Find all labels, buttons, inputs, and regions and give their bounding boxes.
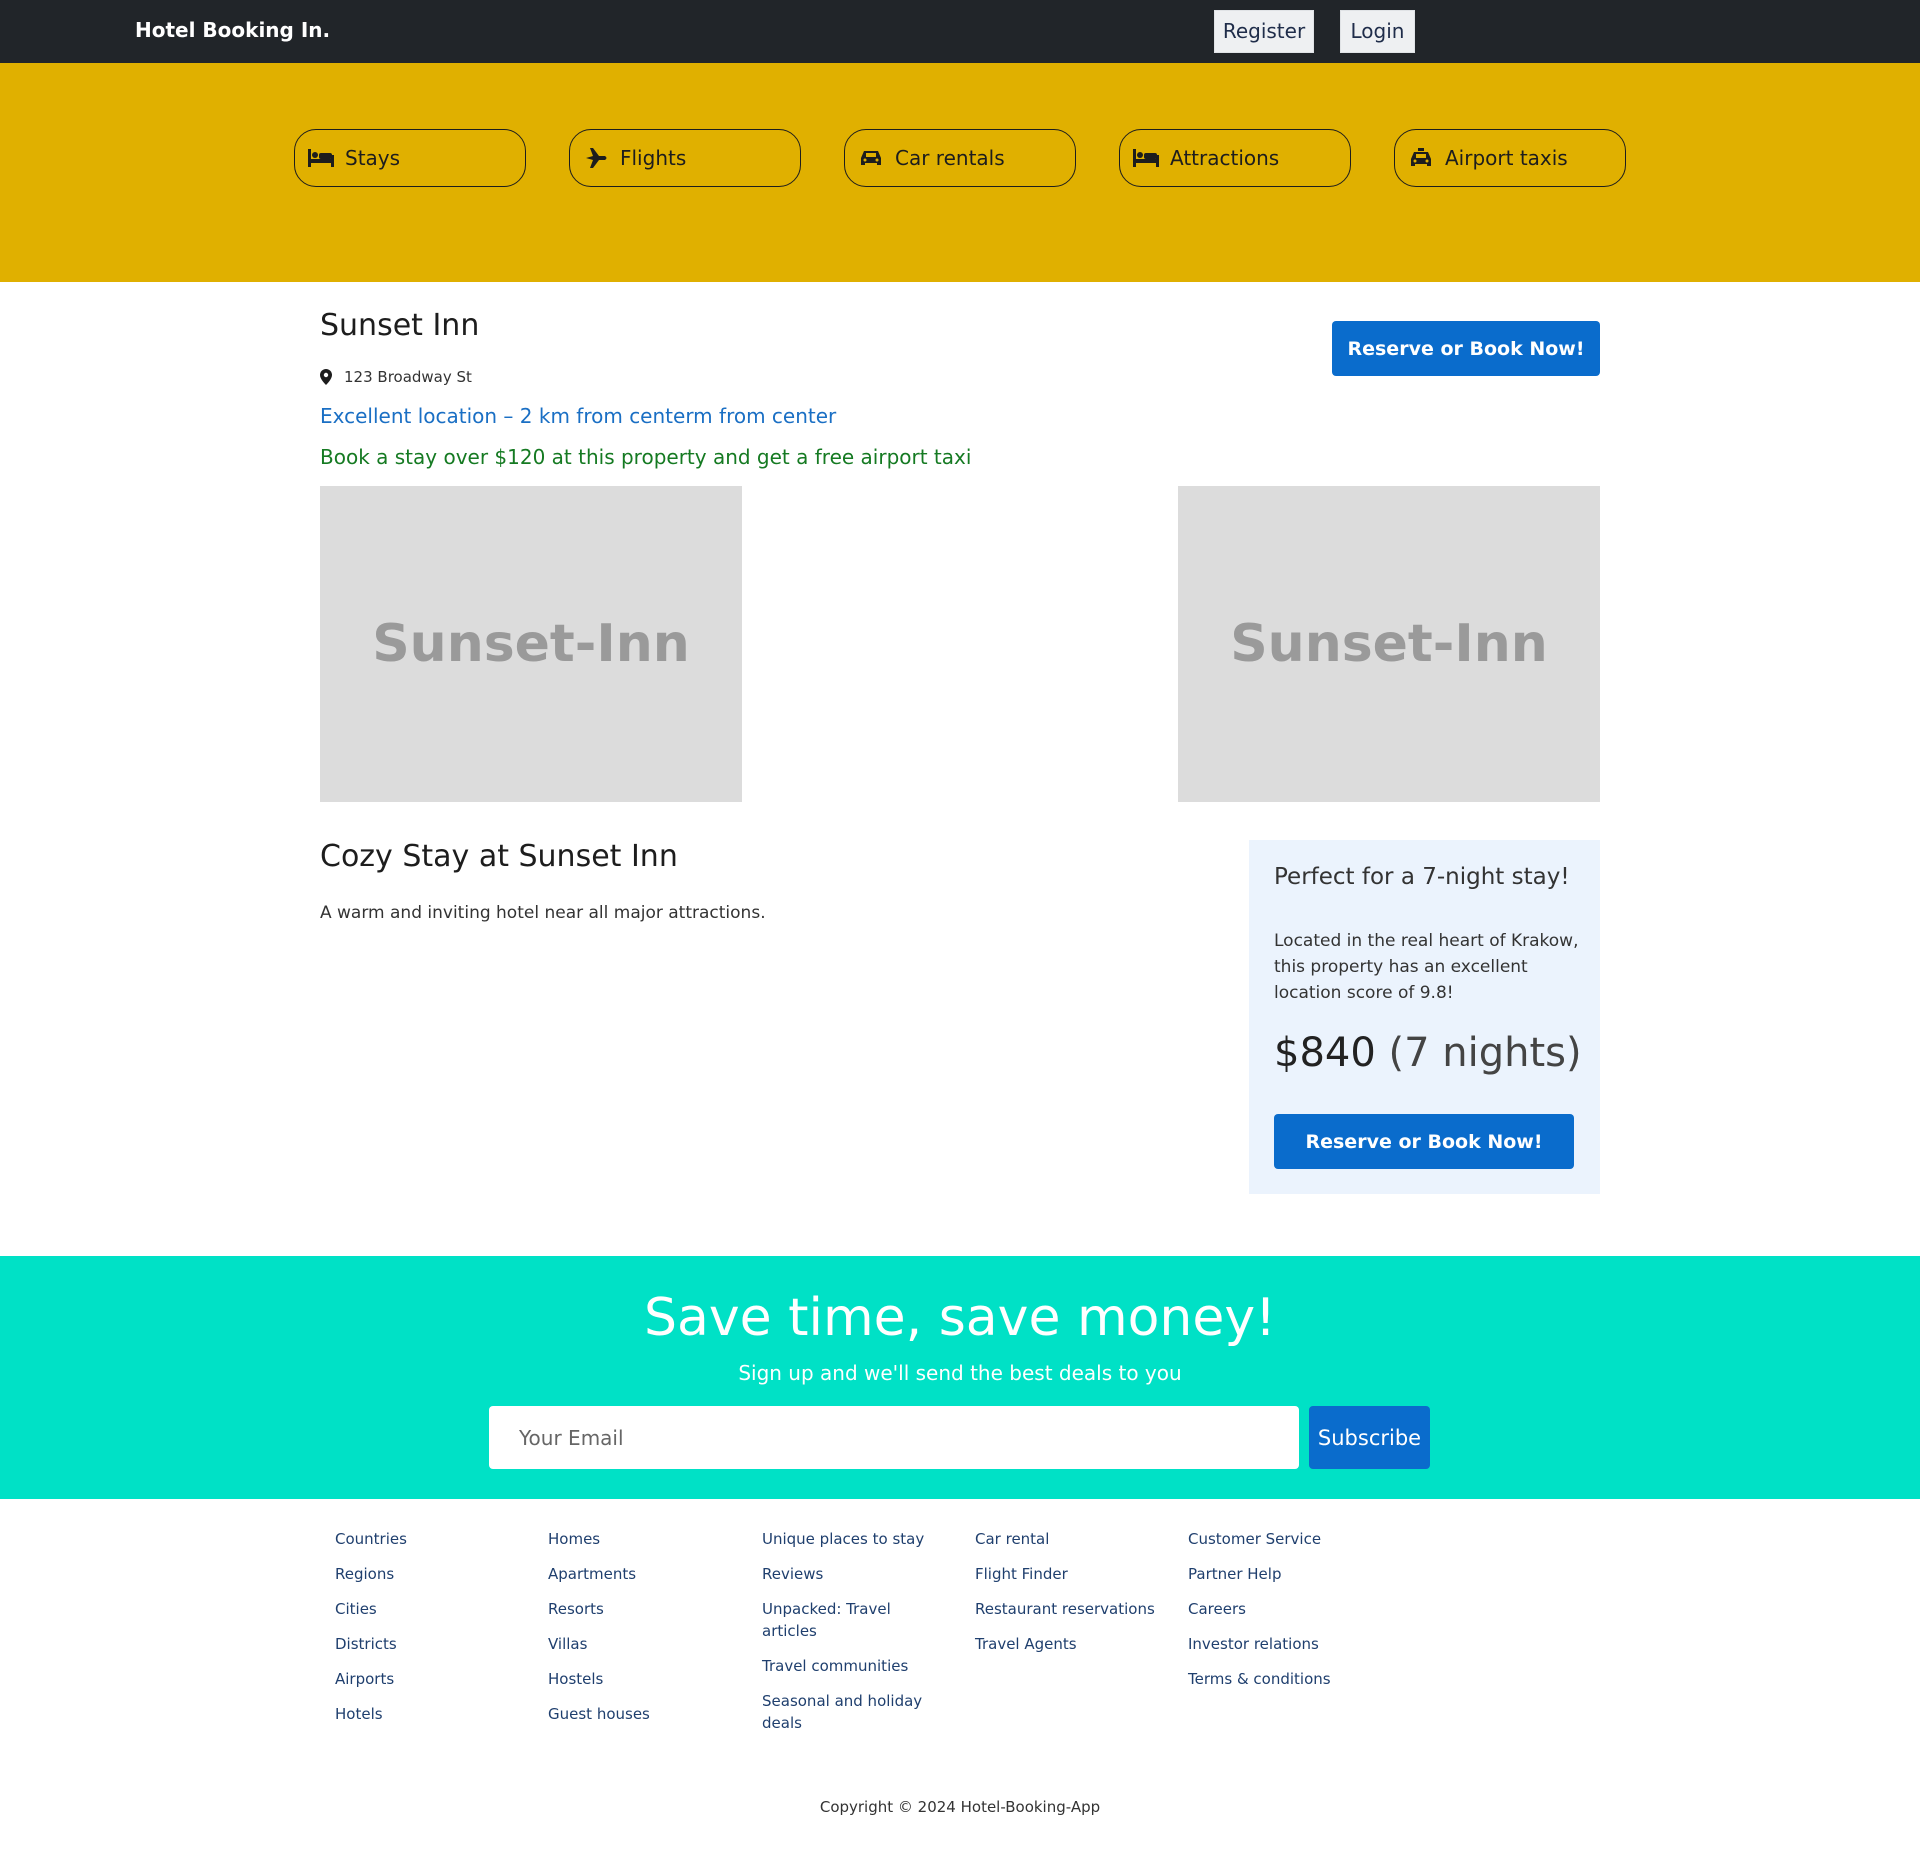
register-button[interactable]: Register — [1214, 10, 1314, 53]
reserve-button-card[interactable]: Reserve or Book Now! — [1274, 1114, 1574, 1169]
car-icon — [857, 147, 885, 169]
price-card: Perfect for a 7-night stay! Located in t… — [1249, 840, 1600, 1194]
category-attractions[interactable]: Attractions — [1119, 129, 1351, 187]
taxi-icon — [1407, 147, 1435, 169]
category-airport-taxis[interactable]: Airport taxis — [1394, 129, 1626, 187]
footer-link[interactable]: Resorts — [548, 1598, 748, 1620]
category-flights[interactable]: Flights — [569, 129, 801, 187]
price-card-text: Located in the real heart of Krakow, thi… — [1274, 931, 1579, 1003]
hotel-name: Sunset Inn — [320, 308, 480, 343]
footer-column-1: Countries Regions Cities Districts Airpo… — [335, 1528, 535, 1738]
footer-link[interactable]: Cities — [335, 1598, 535, 1620]
newsletter-title: Save time, save money! — [644, 1288, 1276, 1348]
category-label: Car rentals — [895, 146, 1005, 170]
description-title: Cozy Stay at Sunset Inn — [320, 839, 678, 874]
copyright-text: Copyright © 2024 Hotel-Booking-App — [819, 1798, 1101, 1816]
footer-link[interactable]: Terms & conditions — [1188, 1668, 1388, 1690]
newsletter-subtitle: Sign up and we'll send the best deals to… — [738, 1361, 1182, 1385]
price-nights: (7 nights) — [1388, 1030, 1582, 1076]
email-input[interactable] — [489, 1406, 1299, 1469]
footer-link[interactable]: Investor relations — [1188, 1633, 1388, 1655]
footer-link[interactable]: Homes — [548, 1528, 748, 1550]
footer-link[interactable]: Countries — [335, 1528, 535, 1550]
address-text: 123 Broadway St — [344, 368, 472, 386]
category-label: Attractions — [1170, 146, 1280, 170]
subscribe-button[interactable]: Subscribe — [1309, 1406, 1430, 1469]
location-pin-icon — [320, 369, 332, 385]
footer-link[interactable]: Apartments — [548, 1563, 748, 1585]
reserve-button-top[interactable]: Reserve or Book Now! — [1332, 321, 1600, 376]
footer-column-2: Homes Apartments Resorts Villas Hostels … — [548, 1528, 748, 1738]
footer-link[interactable]: Guest houses — [548, 1703, 748, 1725]
footer-link[interactable]: Hostels — [548, 1668, 748, 1690]
footer-link[interactable]: Hotels — [335, 1703, 535, 1725]
footer-link[interactable]: Districts — [335, 1633, 535, 1655]
footer-link[interactable]: Seasonal and holiday deals — [762, 1690, 942, 1734]
category-label: Stays — [345, 146, 401, 170]
category-label: Flights — [620, 146, 687, 170]
newsletter-section: Save time, save money! Sign up and we'll… — [0, 1256, 1920, 1499]
footer-link[interactable]: Airports — [335, 1668, 535, 1690]
footer-link[interactable]: Regions — [335, 1563, 535, 1585]
category-car-rentals[interactable]: Car rentals — [844, 129, 1076, 187]
hotel-image[interactable]: Sunset-Inn — [1178, 486, 1600, 802]
price-amount: $840 — [1274, 1030, 1376, 1076]
location-note: Excellent location – 2 km from centerm f… — [320, 404, 837, 428]
description-text: A warm and inviting hotel near all major… — [320, 903, 766, 923]
category-header: Stays Flights Car rentals Attractions Ai… — [0, 63, 1920, 282]
price-card-title: Perfect for a 7-night stay! — [1274, 864, 1570, 890]
category-label: Airport taxis — [1445, 146, 1568, 170]
top-navbar: Hotel Booking In. Register Login — [0, 0, 1920, 63]
footer-link[interactable]: Customer Service — [1188, 1528, 1388, 1550]
footer-link[interactable]: Flight Finder — [975, 1563, 1175, 1585]
footer-link[interactable]: Partner Help — [1188, 1563, 1388, 1585]
footer-column-3: Unique places to stay Reviews Unpacked: … — [762, 1528, 942, 1747]
footer-link[interactable]: Villas — [548, 1633, 748, 1655]
footer-link[interactable]: Travel Agents — [975, 1633, 1175, 1655]
brand-logo[interactable]: Hotel Booking In. — [135, 18, 330, 42]
promo-text: Book a stay over $120 at this property a… — [320, 445, 972, 469]
category-stays[interactable]: Stays — [294, 129, 526, 187]
login-button[interactable]: Login — [1340, 10, 1415, 53]
footer-link[interactable]: Reviews — [762, 1563, 942, 1585]
footer-link[interactable]: Travel communities — [762, 1655, 942, 1677]
footer-link[interactable]: Car rental — [975, 1528, 1175, 1550]
price-total: $840 (7 nights) — [1274, 1030, 1582, 1076]
footer-column-4: Car rental Flight Finder Restaurant rese… — [975, 1528, 1175, 1668]
footer-link[interactable]: Unpacked: Travel articles — [762, 1598, 942, 1642]
hotel-address: 123 Broadway St — [320, 368, 472, 386]
footer-column-5: Customer Service Partner Help Careers In… — [1188, 1528, 1388, 1703]
plane-icon — [582, 147, 610, 169]
footer-link[interactable]: Restaurant reservations — [975, 1598, 1175, 1620]
hotel-image[interactable]: Sunset-Inn — [320, 486, 742, 802]
footer-link[interactable]: Unique places to stay — [762, 1528, 942, 1550]
bed-icon — [307, 147, 335, 169]
bed-icon — [1132, 147, 1160, 169]
footer-link[interactable]: Careers — [1188, 1598, 1388, 1620]
